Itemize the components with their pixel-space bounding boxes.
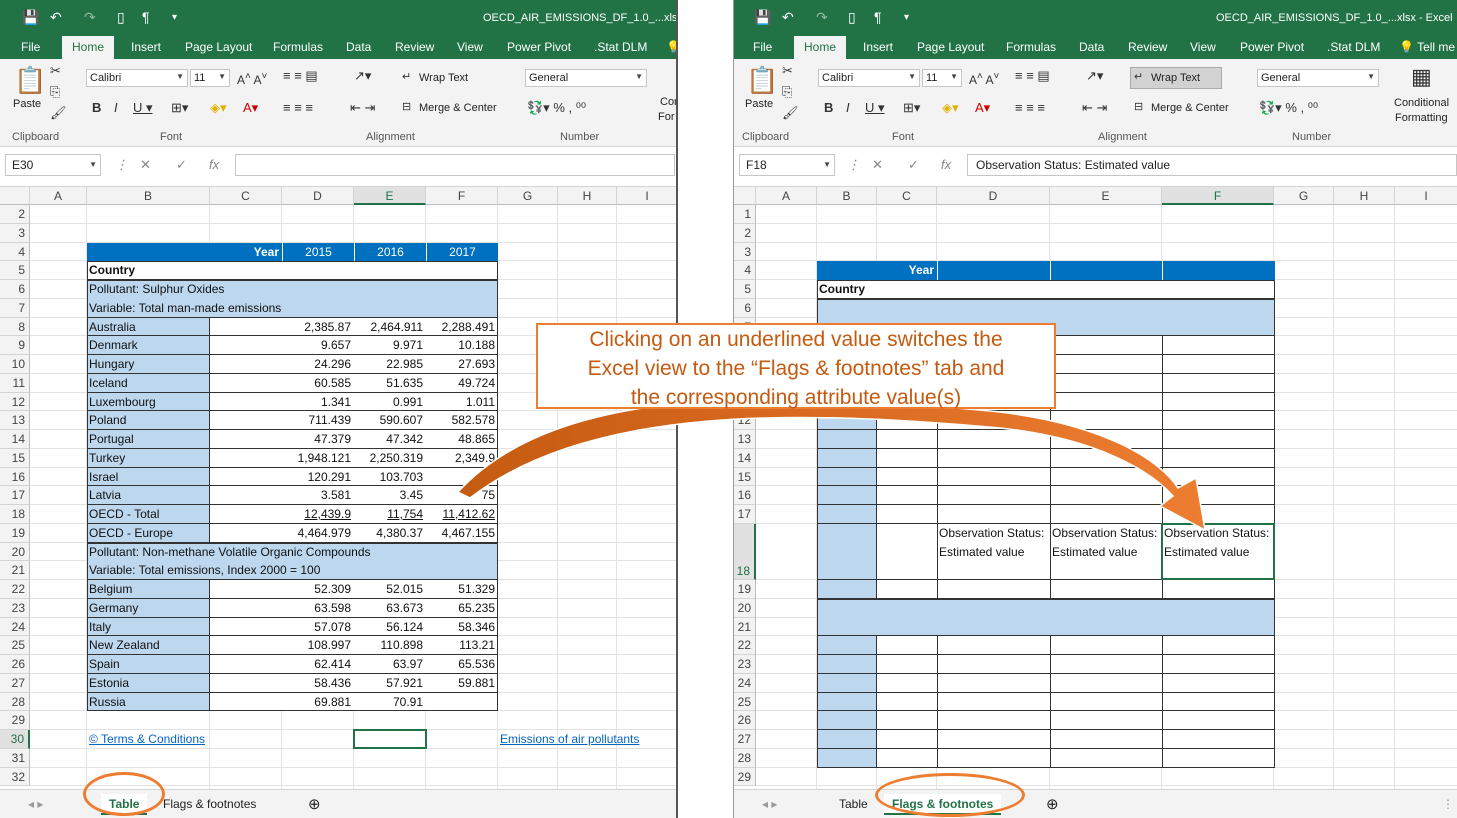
callout-box: Clicking on an underlined value switches…	[536, 323, 1056, 409]
callout-line-2: Excel view to the “Flags & footnotes” ta…	[587, 357, 1005, 380]
callout-line-1: Clicking on an underlined value switches…	[589, 328, 1003, 351]
callout-line-3: the corresponding attribute value(s)	[630, 386, 962, 409]
